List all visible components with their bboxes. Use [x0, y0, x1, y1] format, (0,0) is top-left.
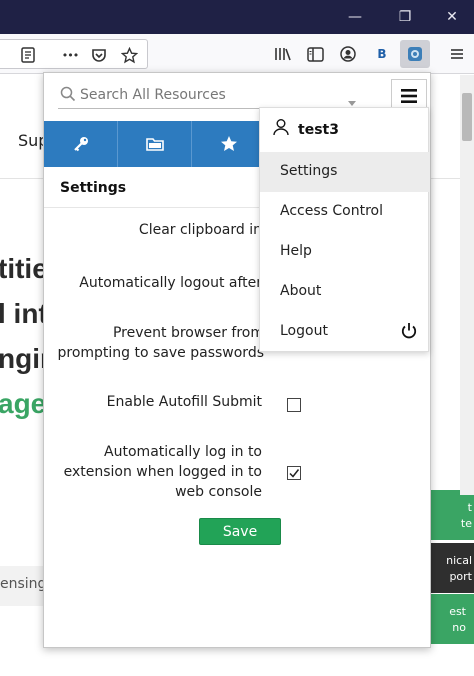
- menu-icon[interactable]: [442, 34, 472, 74]
- tab-favorites[interactable]: [192, 121, 266, 167]
- b-extension-icon[interactable]: B: [367, 34, 397, 74]
- user-icon: [273, 119, 289, 136]
- power-icon: [401, 323, 417, 339]
- side-tab-1[interactable]: t te: [430, 490, 474, 540]
- url-bar[interactable]: •••: [0, 39, 148, 69]
- option-autofill-submit-label: Enable Autofill Submit: [106, 394, 262, 410]
- option-clear-clipboard-label: Clear clipboard in: [138, 222, 262, 238]
- search-box: [58, 81, 356, 109]
- checkmark-icon: [289, 469, 300, 478]
- save-button[interactable]: Save: [199, 518, 281, 545]
- menu-item-settings[interactable]: Settings: [260, 152, 430, 192]
- option-prevent-save-label: Prevent browser from prompting to save p…: [57, 325, 265, 361]
- search-filter-chevron-icon[interactable]: [348, 101, 356, 106]
- hamburger-icon: [401, 89, 417, 103]
- browser-toolbar: ••• B: [0, 34, 474, 74]
- close-window-button[interactable]: ✕: [432, 0, 472, 34]
- menu-item-about[interactable]: About: [260, 272, 430, 312]
- autofill-submit-checkbox[interactable]: [287, 398, 301, 412]
- restore-button[interactable]: ❐: [385, 0, 425, 34]
- sidebar-icon[interactable]: [300, 34, 330, 74]
- menu-item-access-control[interactable]: Access Control: [260, 192, 430, 232]
- page-icon[interactable]: [13, 35, 43, 75]
- page-scrollbar[interactable]: [460, 75, 474, 495]
- popup-tabs: [44, 121, 266, 167]
- tab-credentials[interactable]: [44, 121, 119, 167]
- account-dropdown-menu: test3 Settings Access Control Help About…: [259, 107, 430, 352]
- auto-login-checkbox[interactable]: [287, 466, 301, 480]
- username: test3: [298, 122, 339, 138]
- menu-item-help[interactable]: Help: [260, 232, 430, 272]
- side-tab-3[interactable]: est no: [430, 594, 474, 644]
- minimize-button[interactable]: —: [335, 0, 375, 34]
- menu-item-logout[interactable]: Logout: [260, 312, 430, 352]
- search-input[interactable]: [80, 83, 320, 107]
- bg-heading-line-1: titie: [0, 253, 48, 284]
- folder-icon: [145, 138, 164, 151]
- scrollbar-thumb[interactable]: [462, 93, 472, 141]
- user-header: test3: [260, 108, 430, 152]
- star-icon: [221, 136, 238, 151]
- key-icon: [73, 137, 88, 152]
- extension-icon[interactable]: [400, 40, 430, 68]
- tab-folders[interactable]: [118, 121, 193, 167]
- restore-icon: ❐: [398, 9, 412, 25]
- bg-heading-line-4: age: [0, 388, 47, 419]
- bg-heading-line-2: l int: [0, 298, 48, 329]
- overflow-menu-icon[interactable]: •••: [55, 35, 85, 75]
- close-icon: ✕: [446, 9, 458, 25]
- search-icon: [60, 86, 76, 102]
- account-icon[interactable]: [333, 34, 363, 74]
- bg-licensing-text: ensing: [0, 566, 46, 606]
- menu-item-logout-label: Logout: [280, 323, 328, 339]
- minimize-icon: —: [348, 9, 362, 25]
- side-tab-2[interactable]: nical port: [430, 543, 474, 593]
- bookmark-star-icon[interactable]: [114, 35, 144, 75]
- option-auto-logout-label: Automatically logout after: [79, 275, 262, 291]
- window-titlebar: — ❐ ✕: [0, 0, 474, 34]
- pocket-icon[interactable]: [84, 35, 114, 75]
- settings-divider: [44, 207, 266, 208]
- library-icon[interactable]: [268, 34, 298, 74]
- settings-title: Settings: [60, 180, 127, 196]
- option-auto-login-label: Automatically log in to extension when l…: [63, 444, 262, 500]
